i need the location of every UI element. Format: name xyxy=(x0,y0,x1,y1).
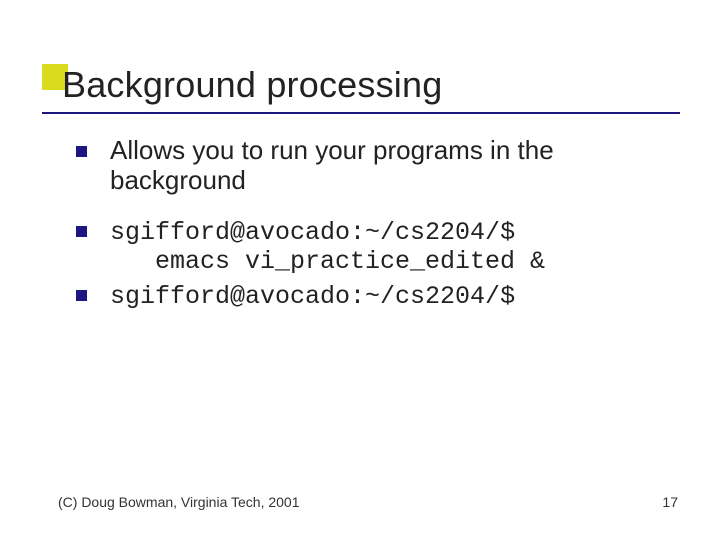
bullet-text: sgifford@avocado:~/cs2204/$ emacs vi_pra… xyxy=(110,218,660,277)
square-bullet-icon xyxy=(76,226,87,237)
code-line: sgifford@avocado:~/cs2204/$ xyxy=(110,218,515,247)
footer-copyright: (C) Doug Bowman, Virginia Tech, 2001 xyxy=(58,494,300,510)
bullet-item: sgifford@avocado:~/cs2204/$ emacs vi_pra… xyxy=(76,216,660,277)
slide: Background processing Allows you to run … xyxy=(0,0,720,540)
slide-title: Background processing xyxy=(42,66,680,104)
square-bullet-icon xyxy=(76,290,87,301)
title-underline xyxy=(42,112,680,114)
bullet-text: Allows you to run your programs in the b… xyxy=(110,135,554,195)
slide-body: Allows you to run your programs in the b… xyxy=(76,136,660,332)
code-line: emacs vi_practice_edited & xyxy=(110,248,660,277)
square-bullet-icon xyxy=(76,146,87,157)
title-area: Background processing xyxy=(42,66,680,104)
bullet-text: sgifford@avocado:~/cs2204/$ xyxy=(110,282,515,311)
bullet-item: Allows you to run your programs in the b… xyxy=(76,136,660,196)
footer-page-number: 17 xyxy=(662,494,678,510)
bullet-item: sgifford@avocado:~/cs2204/$ xyxy=(76,280,660,312)
